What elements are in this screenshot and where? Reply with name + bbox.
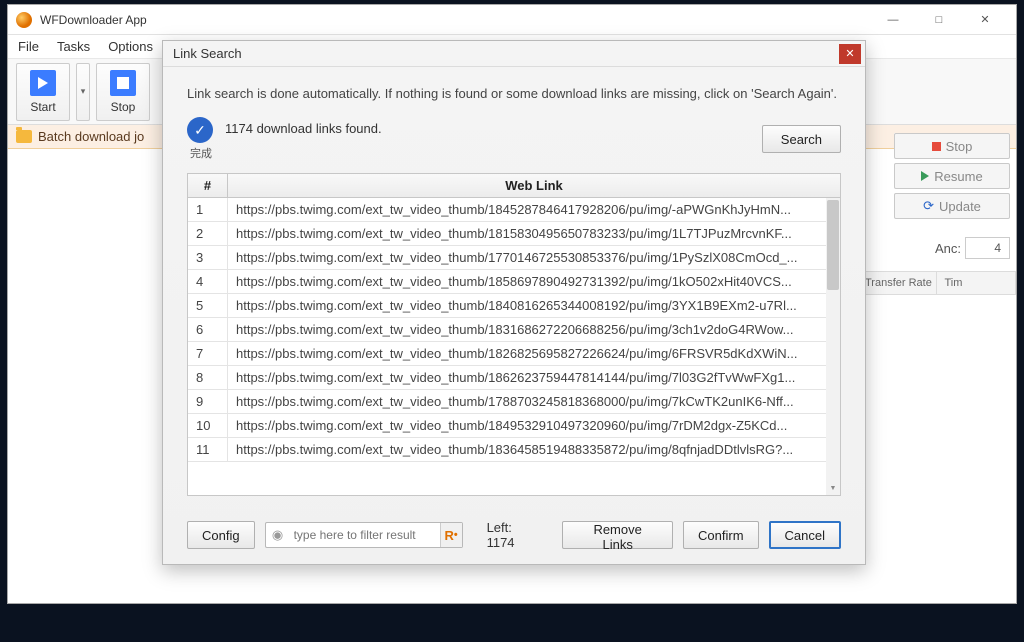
cell-number: 2 <box>188 222 228 245</box>
anc-row: Anc: 4 <box>894 237 1010 259</box>
cell-number: 8 <box>188 366 228 389</box>
cancel-button[interactable]: Cancel <box>769 521 841 549</box>
table-row[interactable]: 4https://pbs.twimg.com/ext_tw_video_thum… <box>188 270 840 294</box>
stop-icon <box>932 142 941 151</box>
col-transfer-rate[interactable]: Transfer Rate <box>857 272 937 294</box>
side-stop-button[interactable]: Stop <box>894 133 1010 159</box>
cell-link: https://pbs.twimg.com/ext_tw_video_thumb… <box>228 270 840 293</box>
close-button[interactable]: ✕ <box>962 6 1008 34</box>
start-split-button[interactable]: ▾ <box>76 63 90 121</box>
start-label: Start <box>30 100 55 114</box>
side-resume-label: Resume <box>934 169 982 184</box>
col-weblink[interactable]: Web Link <box>228 174 840 197</box>
play-icon <box>921 171 929 181</box>
table-row[interactable]: 1https://pbs.twimg.com/ext_tw_video_thum… <box>188 198 840 222</box>
globe-icon: ◉ <box>266 527 290 543</box>
dialog-close-button[interactable]: ✕ <box>839 44 861 64</box>
cell-link: https://pbs.twimg.com/ext_tw_video_thumb… <box>228 342 840 365</box>
refresh-icon: ⟳ <box>923 198 934 214</box>
table-row[interactable]: 6https://pbs.twimg.com/ext_tw_video_thum… <box>188 318 840 342</box>
scroll-down-icon[interactable]: ▼ <box>826 481 840 495</box>
cell-number: 6 <box>188 318 228 341</box>
cell-number: 9 <box>188 390 228 413</box>
dialog-footer: Config ◉ R• Left: 1174 Remove Links Conf… <box>163 510 865 564</box>
side-stop-label: Stop <box>946 139 973 154</box>
regex-toggle-icon[interactable]: R• <box>440 523 462 547</box>
minimize-button[interactable]: ― <box>870 6 916 34</box>
play-icon <box>30 70 56 96</box>
search-button[interactable]: Search <box>762 125 841 153</box>
titlebar: WFDownloader App ― □ ✕ <box>8 5 1016 35</box>
cell-link: https://pbs.twimg.com/ext_tw_video_thumb… <box>228 294 840 317</box>
cell-number: 7 <box>188 342 228 365</box>
left-count: Left: 1174 <box>487 520 543 550</box>
table-row[interactable]: 2https://pbs.twimg.com/ext_tw_video_thum… <box>188 222 840 246</box>
cell-number: 3 <box>188 246 228 269</box>
remove-links-button[interactable]: Remove Links <box>562 521 673 549</box>
side-update-label: Update <box>939 199 981 214</box>
table-row[interactable]: 8https://pbs.twimg.com/ext_tw_video_thum… <box>188 366 840 390</box>
start-button[interactable]: Start <box>16 63 70 121</box>
table-row[interactable]: 3https://pbs.twimg.com/ext_tw_video_thum… <box>188 246 840 270</box>
stop-icon <box>110 70 136 96</box>
dialog-info-text: Link search is done automatically. If no… <box>187 85 841 103</box>
transfer-grid-body <box>856 295 1016 603</box>
filter-input[interactable] <box>290 528 440 542</box>
status-sub-label: 完成 <box>190 145 225 161</box>
cell-link: https://pbs.twimg.com/ext_tw_video_thumb… <box>228 222 840 245</box>
check-icon: ✓ <box>187 117 213 143</box>
menu-options[interactable]: Options <box>108 39 153 54</box>
cell-number: 1 <box>188 198 228 221</box>
confirm-button[interactable]: Confirm <box>683 521 759 549</box>
cell-number: 11 <box>188 438 228 461</box>
stop-button[interactable]: Stop <box>96 63 150 121</box>
status-row: ✓ 完成 1174 download links found. Search <box>187 117 841 161</box>
cell-link: https://pbs.twimg.com/ext_tw_video_thumb… <box>228 438 840 461</box>
table-row[interactable]: 7https://pbs.twimg.com/ext_tw_video_thum… <box>188 342 840 366</box>
stop-label: Stop <box>111 100 136 114</box>
cell-link: https://pbs.twimg.com/ext_tw_video_thumb… <box>228 198 840 221</box>
table-body: 1https://pbs.twimg.com/ext_tw_video_thum… <box>188 198 840 495</box>
app-icon <box>16 12 32 28</box>
cell-link: https://pbs.twimg.com/ext_tw_video_thumb… <box>228 366 840 389</box>
dialog-title: Link Search <box>173 46 242 61</box>
cell-link: https://pbs.twimg.com/ext_tw_video_thumb… <box>228 414 840 437</box>
side-update-button[interactable]: ⟳ Update <box>894 193 1010 219</box>
cell-link: https://pbs.twimg.com/ext_tw_video_thumb… <box>228 318 840 341</box>
dialog-body: Link search is done automatically. If no… <box>163 67 865 510</box>
scrollbar-thumb[interactable] <box>827 200 839 290</box>
filter-field: ◉ R• <box>265 522 463 548</box>
status-block: ✓ 完成 <box>187 117 225 161</box>
folder-icon <box>16 130 32 143</box>
anc-field[interactable]: 4 <box>965 237 1010 259</box>
transfer-grid-header: Transfer Rate Tim <box>856 271 1016 295</box>
table-header: # Web Link <box>188 174 840 198</box>
window-title: WFDownloader App <box>40 13 870 27</box>
table-row[interactable]: 10https://pbs.twimg.com/ext_tw_video_thu… <box>188 414 840 438</box>
scrollbar-track[interactable]: ▲ ▼ <box>826 198 840 495</box>
table-row[interactable]: 11https://pbs.twimg.com/ext_tw_video_thu… <box>188 438 840 462</box>
maximize-button[interactable]: □ <box>916 6 962 34</box>
side-resume-button[interactable]: Resume <box>894 163 1010 189</box>
links-table: # Web Link 1https://pbs.twimg.com/ext_tw… <box>187 173 841 496</box>
col-time[interactable]: Tim <box>937 272 1016 294</box>
found-text: 1174 download links found. <box>225 121 382 136</box>
menu-tasks[interactable]: Tasks <box>57 39 90 54</box>
config-button[interactable]: Config <box>187 521 255 549</box>
table-row[interactable]: 5https://pbs.twimg.com/ext_tw_video_thum… <box>188 294 840 318</box>
table-row[interactable]: 9https://pbs.twimg.com/ext_tw_video_thum… <box>188 390 840 414</box>
cell-number: 4 <box>188 270 228 293</box>
anc-label: Anc: <box>935 241 961 256</box>
cell-link: https://pbs.twimg.com/ext_tw_video_thumb… <box>228 246 840 269</box>
link-search-dialog: Link Search ✕ Link search is done automa… <box>162 40 866 565</box>
job-row-label: Batch download jo <box>38 129 144 144</box>
menu-file[interactable]: File <box>18 39 39 54</box>
cell-link: https://pbs.twimg.com/ext_tw_video_thumb… <box>228 390 840 413</box>
window-controls: ― □ ✕ <box>870 6 1008 34</box>
cell-number: 5 <box>188 294 228 317</box>
cell-number: 10 <box>188 414 228 437</box>
col-number[interactable]: # <box>188 174 228 197</box>
dialog-titlebar: Link Search ✕ <box>163 41 865 67</box>
right-panel: Stop Resume ⟳ Update Anc: 4 <box>894 133 1010 259</box>
